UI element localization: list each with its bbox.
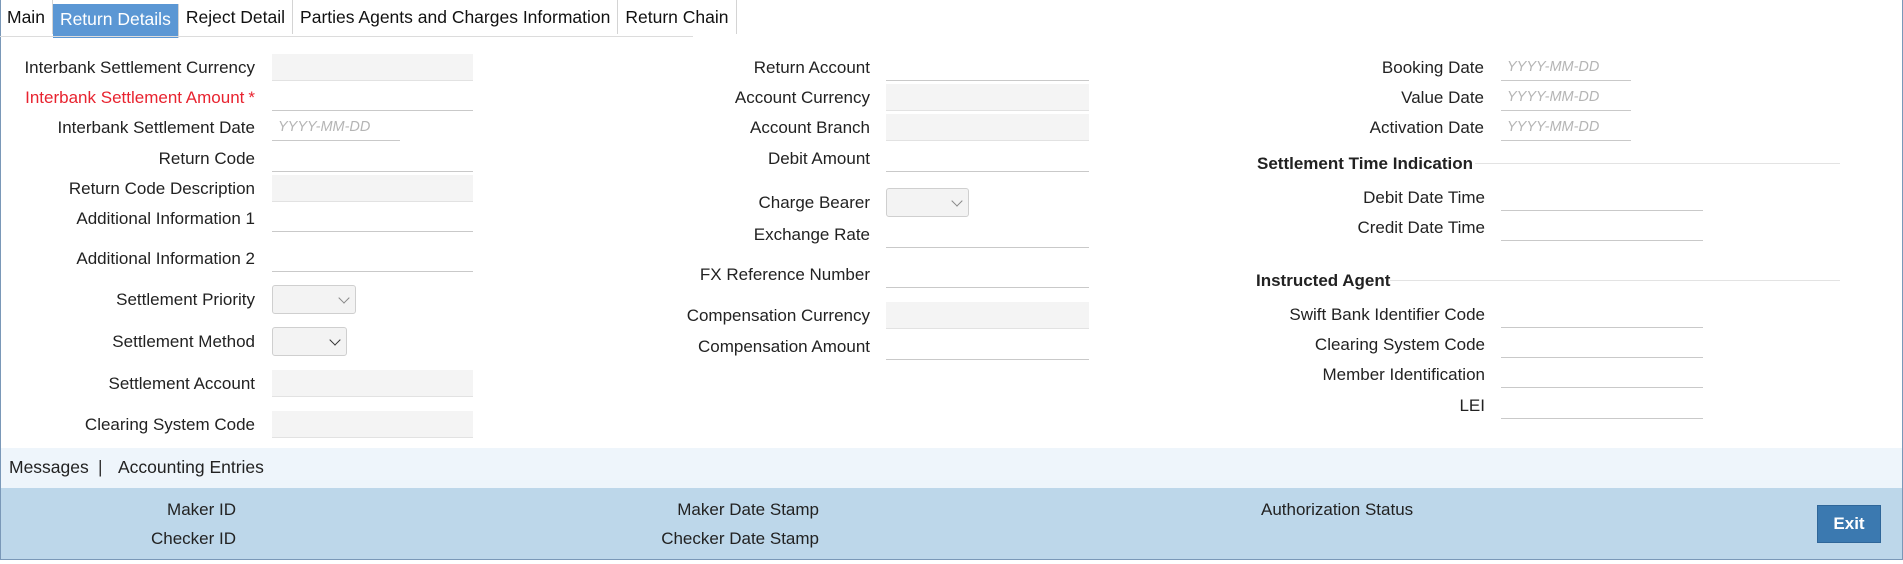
settlement-priority-label: Settlement Priority (116, 290, 255, 309)
interbank-settlement-amount-field[interactable] (272, 84, 473, 111)
additional-information-2-label: Additional Information 2 (76, 249, 255, 268)
credit-date-time-field[interactable] (1501, 214, 1703, 241)
section-divider (1390, 280, 1840, 281)
return-code-label: Return Code (158, 149, 255, 168)
chevron-down-icon (951, 195, 963, 207)
instructed-agent-heading: Instructed Agent (1256, 271, 1391, 290)
charge-bearer-label: Charge Bearer (758, 193, 870, 212)
debit-date-time-label: Debit Date Time (1363, 188, 1485, 207)
settlement-method-select[interactable] (272, 327, 347, 356)
debit-amount-label: Debit Amount (767, 149, 870, 168)
clearing-system-code-right-field[interactable] (1501, 331, 1703, 358)
accounting-entries-link[interactable]: Accounting Entries (118, 457, 264, 478)
tab-return-details[interactable]: Return Details (52, 4, 179, 38)
charge-bearer-select[interactable] (886, 188, 969, 217)
tab-reject-detail[interactable]: Reject Detail (179, 0, 294, 34)
booking-date-field[interactable]: YYYY-MM-DD (1501, 54, 1631, 81)
interbank-settlement-date-label: Interbank Settlement Date (57, 118, 255, 137)
settlement-priority-select[interactable] (272, 285, 356, 314)
interbank-settlement-amount-label: Interbank Settlement Amount * (25, 88, 255, 108)
checker-id-label: Checker ID (150, 529, 236, 548)
lei-label: LEI (1459, 396, 1485, 415)
account-currency-label: Account Currency (734, 88, 870, 107)
swift-bank-identifier-code-label: Swift Bank Identifier Code (1289, 305, 1485, 324)
additional-information-2-field[interactable] (272, 245, 473, 272)
return-account-field[interactable] (886, 54, 1089, 81)
tab-underline (0, 36, 693, 37)
account-branch-label: Account Branch (749, 118, 870, 137)
checker-date-stamp-label: Checker Date Stamp (661, 529, 819, 548)
booking-date-label: Booking Date (1381, 58, 1484, 77)
clearing-system-code-right-label: Clearing System Code (1314, 335, 1485, 354)
tab-parties-agents-charges[interactable]: Parties Agents and Charges Information (293, 0, 619, 34)
clearing-system-code-field[interactable] (272, 411, 473, 438)
authorization-status-label: Authorization Status (1261, 500, 1414, 519)
activation-date-label: Activation Date (1369, 118, 1484, 137)
interbank-settlement-amount-label-text: Interbank Settlement Amount (25, 88, 245, 107)
additional-information-1-label: Additional Information 1 (76, 209, 255, 228)
member-identification-field[interactable] (1501, 361, 1703, 388)
required-marker: * (248, 88, 255, 107)
tab-bar: Main Return Details Reject Detail Partie… (0, 0, 737, 38)
messages-link[interactable]: Messages (9, 457, 89, 478)
compensation-amount-label: Compensation Amount (698, 337, 870, 356)
maker-id-label: Maker ID (167, 500, 236, 519)
clearing-system-code-label: Clearing System Code (84, 415, 255, 434)
additional-information-1-field[interactable] (272, 205, 473, 232)
link-separator: | (98, 457, 103, 477)
maker-date-stamp-label: Maker Date Stamp (677, 500, 819, 519)
swift-bank-identifier-code-field[interactable] (1501, 301, 1703, 328)
compensation-amount-field[interactable] (886, 333, 1089, 360)
audit-footer: Maker ID Checker ID Maker Date Stamp Che… (1, 488, 1902, 559)
interbank-settlement-currency-label: Interbank Settlement Currency (24, 58, 255, 77)
exchange-rate-field[interactable] (886, 221, 1089, 248)
value-date-label: Value Date (1401, 88, 1484, 107)
section-divider (1475, 163, 1840, 164)
value-date-field[interactable]: YYYY-MM-DD (1501, 84, 1631, 111)
exchange-rate-label: Exchange Rate (753, 225, 870, 244)
chevron-down-icon (338, 292, 350, 304)
compensation-currency-field[interactable] (886, 302, 1089, 329)
activation-date-field[interactable]: YYYY-MM-DD (1501, 114, 1631, 141)
return-code-description-field[interactable] (272, 175, 473, 202)
fx-reference-number-label: FX Reference Number (699, 265, 870, 284)
links-bar: Messages | Accounting Entries (1, 448, 1902, 488)
compensation-currency-label: Compensation Currency (686, 306, 870, 325)
tab-return-chain[interactable]: Return Chain (618, 0, 737, 34)
debit-amount-field[interactable] (886, 145, 1089, 172)
chevron-down-icon (329, 334, 341, 346)
debit-date-time-field[interactable] (1501, 184, 1703, 211)
settlement-time-indication-heading: Settlement Time Indication (1257, 154, 1474, 173)
credit-date-time-label: Credit Date Time (1357, 218, 1485, 237)
return-code-field[interactable] (272, 145, 473, 172)
exit-button[interactable]: Exit (1817, 505, 1881, 543)
settlement-account-field[interactable] (272, 370, 473, 397)
lei-field[interactable] (1501, 392, 1703, 419)
account-currency-field[interactable] (886, 84, 1089, 111)
interbank-settlement-currency-field[interactable] (272, 54, 473, 81)
fx-reference-number-field[interactable] (886, 261, 1089, 288)
account-branch-field[interactable] (886, 114, 1089, 141)
interbank-settlement-date-field[interactable]: YYYY-MM-DD (272, 114, 400, 141)
return-code-description-label: Return Code Description (68, 179, 255, 198)
settlement-method-label: Settlement Method (112, 332, 255, 351)
return-account-label: Return Account (753, 58, 870, 77)
settlement-account-label: Settlement Account (108, 374, 255, 393)
tab-main[interactable]: Main (0, 0, 53, 34)
member-identification-label: Member Identification (1322, 365, 1485, 384)
